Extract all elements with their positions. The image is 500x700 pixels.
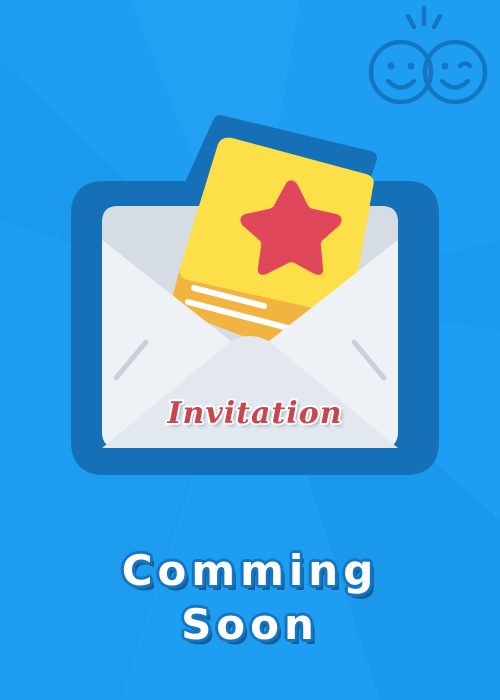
coming-soon-heading-line2: Soon [181,600,319,649]
coming-soon-heading-line1: Comming [121,546,379,595]
envelope-illustration [71,115,439,475]
invitation-label: Invitation [167,396,343,431]
coming-soon-screen: Invitation Comming Soon [0,0,500,700]
two-smiling-faces-icon [368,5,488,105]
